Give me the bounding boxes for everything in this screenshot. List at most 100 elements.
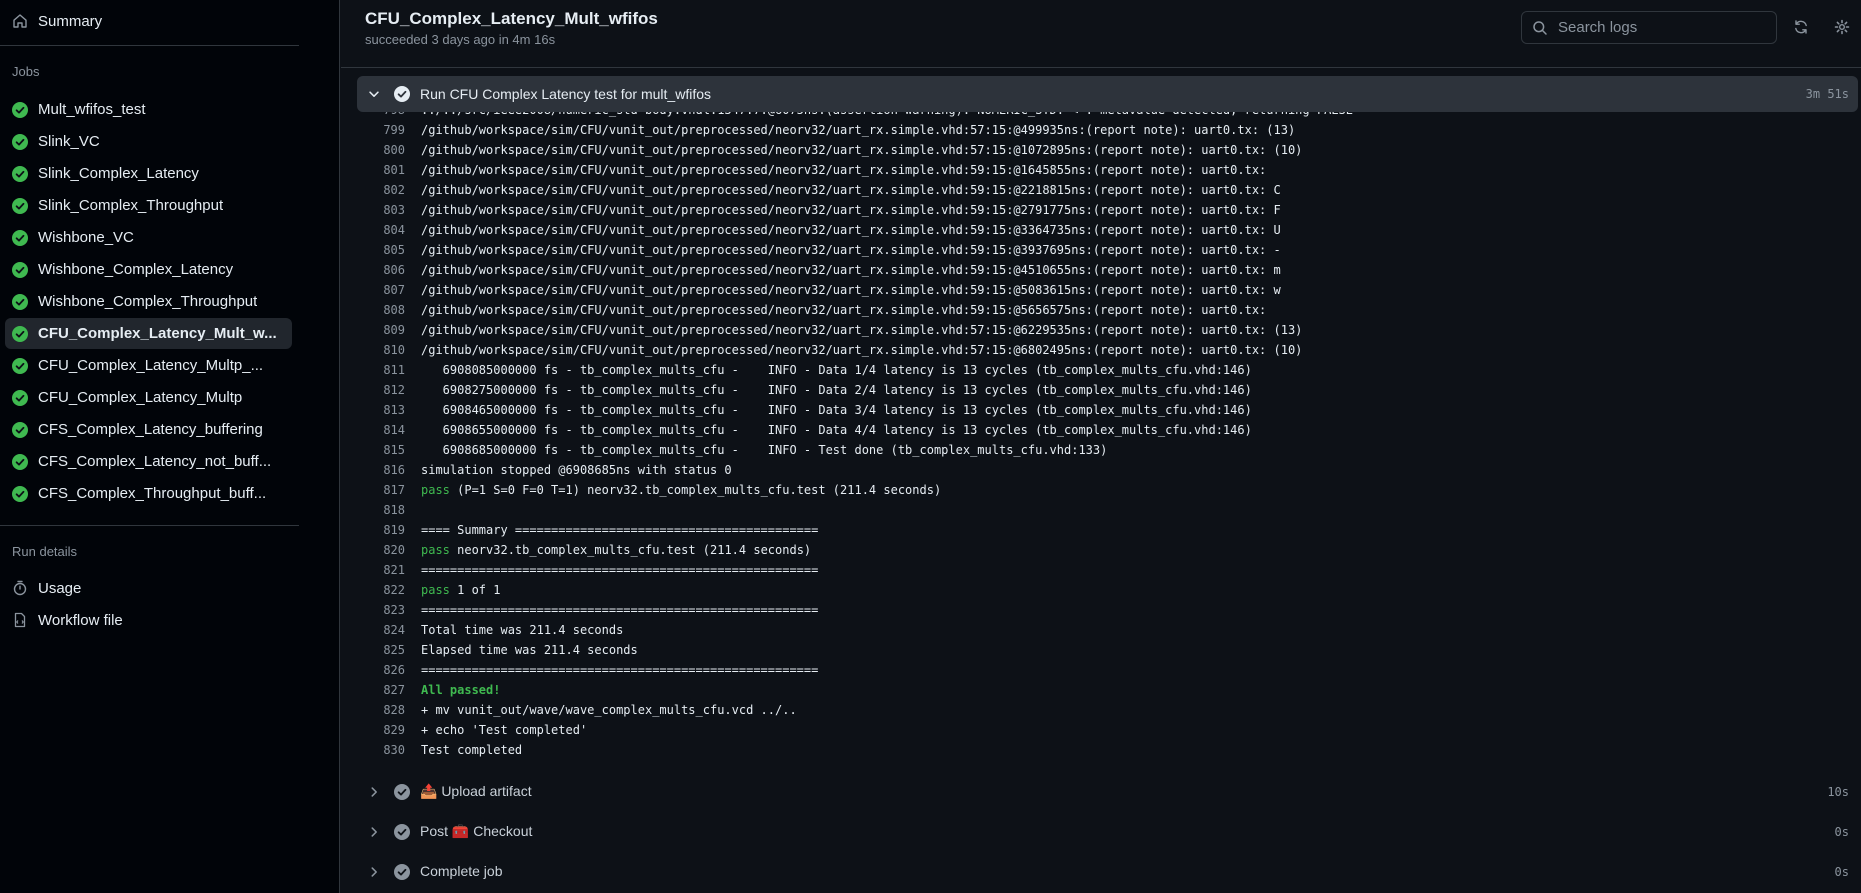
line-number: 813: [383, 403, 405, 417]
log-text: All passed!: [421, 683, 501, 697]
line-number: 829: [383, 723, 405, 737]
sidebar-summary-label: Summary: [38, 12, 103, 30]
log-rest: (P=1 S=0 F=0 T=1) neorv32.tb_complex_mul…: [449, 483, 942, 497]
job-header: CFU_Complex_Latency_Mult_wfifos succeede…: [341, 0, 1861, 68]
line-number: 827: [383, 683, 405, 697]
pass-keyword: pass: [421, 583, 450, 597]
job-label: CFS_Complex_Throughput_buff...: [38, 485, 267, 502]
line-number: 807: [383, 283, 405, 297]
settings-button[interactable]: [1832, 17, 1852, 37]
log-text: /github/workspace/sim/CFU/vunit_out/prep…: [421, 303, 1267, 317]
sidebar-job-item[interactable]: Slink_Complex_Latency: [5, 158, 292, 189]
line-number: 801: [383, 163, 405, 177]
success-check-icon: [12, 389, 28, 406]
line-number: 821: [383, 563, 405, 577]
sidebar: Summary Jobs Mult_wfifos_test Slink_VC Sli…: [0, 0, 340, 893]
log-text: 6908685000000 fs - tb_complex_mults_cfu …: [421, 443, 1108, 457]
log-line: 809/github/workspace/sim/CFU/vunit_out/p…: [341, 320, 1861, 340]
log-text: /github/workspace/sim/CFU/vunit_out/prep…: [421, 243, 1281, 257]
sidebar-item-usage[interactable]: Usage: [5, 572, 292, 604]
log-text: /github/workspace/sim/CFU/vunit_out/prep…: [421, 283, 1281, 297]
pass-keyword: pass: [421, 543, 450, 557]
log-line: 813 6908465000000 fs - tb_complex_mults_…: [341, 400, 1861, 420]
sidebar-item-workflow-file[interactable]: Workflow file: [5, 604, 292, 636]
log-text: 6908085000000 fs - tb_complex_mults_cfu …: [421, 363, 1252, 377]
job-label: CFS_Complex_Latency_buffering: [38, 421, 263, 438]
sidebar-job-item[interactable]: Wishbone_Complex_Latency: [5, 254, 292, 285]
sidebar-summary-link[interactable]: Summary: [5, 1, 334, 41]
line-number: 822: [383, 583, 405, 597]
log-line: 825 Elapsed time was 211.4 seconds: [341, 640, 1861, 660]
log-text: Total time was 211.4 seconds: [421, 623, 624, 637]
success-check-icon: [12, 165, 28, 182]
search-input[interactable]: [1556, 18, 1760, 37]
job-label: Slink_Complex_Latency: [38, 165, 199, 182]
sidebar-job-item[interactable]: CFU_Complex_Latency_Mult_w...: [5, 318, 292, 349]
line-number: 828: [383, 703, 405, 717]
log-text: /github/workspace/sim/CFU/vunit_out/prep…: [421, 183, 1281, 197]
sidebar-job-item[interactable]: CFS_Complex_Latency_buffering: [5, 414, 292, 445]
success-check-icon: [12, 101, 28, 118]
search-logs[interactable]: [1521, 11, 1777, 44]
workflow-file-icon: [14, 612, 26, 628]
refresh-icon: [1795, 20, 1807, 34]
jobs-heading: Jobs: [12, 64, 40, 79]
job-label: Wishbone_Complex_Throughput: [38, 293, 258, 310]
job-label: Slink_VC: [38, 133, 100, 150]
sidebar-job-item[interactable]: Wishbone_VC: [5, 222, 292, 253]
sidebar-job-item[interactable]: Slink_Complex_Throughput: [5, 190, 292, 221]
success-check-icon: [12, 229, 28, 246]
check-circle-icon: [394, 864, 410, 880]
line-number: 803: [383, 203, 405, 217]
log-text: 6908465000000 fs - tb_complex_mults_cfu …: [421, 403, 1252, 417]
line-number: 802: [383, 183, 405, 197]
workflow-step[interactable]: 📤 Upload artifact 10s: [357, 774, 1858, 810]
job-label: CFU_Complex_Latency_Multp: [38, 389, 243, 406]
main-panel: CFU_Complex_Latency_Mult_wfifos succeede…: [341, 0, 1861, 893]
line-number: 810: [383, 343, 405, 357]
job-label: CFU_Complex_Latency_Mult_w...: [38, 325, 277, 342]
log-line: 812 6908275000000 fs - tb_complex_mults_…: [341, 380, 1861, 400]
workflow-step[interactable]: Complete job 0s: [357, 854, 1858, 890]
chevron-right-icon: [371, 867, 377, 877]
line-number: 806: [383, 263, 405, 277]
log-text: /github/workspace/sim/CFU/vunit_out/prep…: [421, 323, 1303, 337]
step-duration: 3m 51s: [1805, 87, 1849, 101]
page-title: CFU_Complex_Latency_Mult_wfifos: [365, 9, 658, 28]
step-run-test[interactable]: Run CFU Complex Latency test for mult_wf…: [357, 76, 1858, 112]
refresh-button[interactable]: [1791, 17, 1811, 37]
log-line: 800/github/workspace/sim/CFU/vunit_out/p…: [341, 140, 1861, 160]
log-output: 798 ../../src/ieee2008/numeric_std-body.v…: [341, 110, 1861, 765]
step-duration: 0s: [1834, 825, 1849, 839]
log-line: 824 Total time was 211.4 seconds: [341, 620, 1861, 640]
log-line: 822 pass 1 of 1: [341, 580, 1861, 600]
workflow-step[interactable]: Post 🧰 Checkout 0s: [357, 814, 1858, 850]
sidebar-job-item[interactable]: CFS_Complex_Throughput_buff...: [5, 478, 292, 509]
line-number: 800: [383, 143, 405, 157]
step-title: Post 🧰 Checkout: [420, 823, 533, 839]
sidebar-job-item[interactable]: CFU_Complex_Latency_Multp: [5, 382, 292, 413]
sidebar-job-item[interactable]: Mult_wfifos_test: [5, 94, 292, 125]
chevron-down-icon: [369, 91, 379, 97]
log-line: 830 Test completed: [341, 740, 1861, 760]
log-text: /github/workspace/sim/CFU/vunit_out/prep…: [421, 163, 1267, 177]
log-line: 805/github/workspace/sim/CFU/vunit_out/p…: [341, 240, 1861, 260]
success-check-icon: [12, 325, 28, 342]
job-label: Mult_wfifos_test: [38, 101, 146, 118]
line-number: 816: [383, 463, 405, 477]
line-number: 814: [383, 423, 405, 437]
line-number: 799: [383, 123, 405, 137]
log-text: 6908275000000 fs - tb_complex_mults_cfu …: [421, 383, 1252, 397]
sidebar-job-item[interactable]: Wishbone_Complex_Throughput: [5, 286, 292, 317]
sidebar-job-item[interactable]: CFS_Complex_Latency_not_buff...: [5, 446, 292, 477]
workflow-file-label: Workflow file: [38, 611, 123, 629]
sidebar-job-item[interactable]: Slink_VC: [5, 126, 292, 157]
log-text: /github/workspace/sim/CFU/vunit_out/prep…: [421, 343, 1303, 357]
log-line: 810/github/workspace/sim/CFU/vunit_out/p…: [341, 340, 1861, 360]
line-number: 823: [383, 603, 405, 617]
line-number: 811: [383, 363, 405, 377]
success-check-icon: [12, 197, 28, 214]
log-rest: 1 of 1: [449, 583, 501, 597]
line-number: 812: [383, 383, 405, 397]
sidebar-job-item[interactable]: CFU_Complex_Latency_Multp_...: [5, 350, 292, 381]
